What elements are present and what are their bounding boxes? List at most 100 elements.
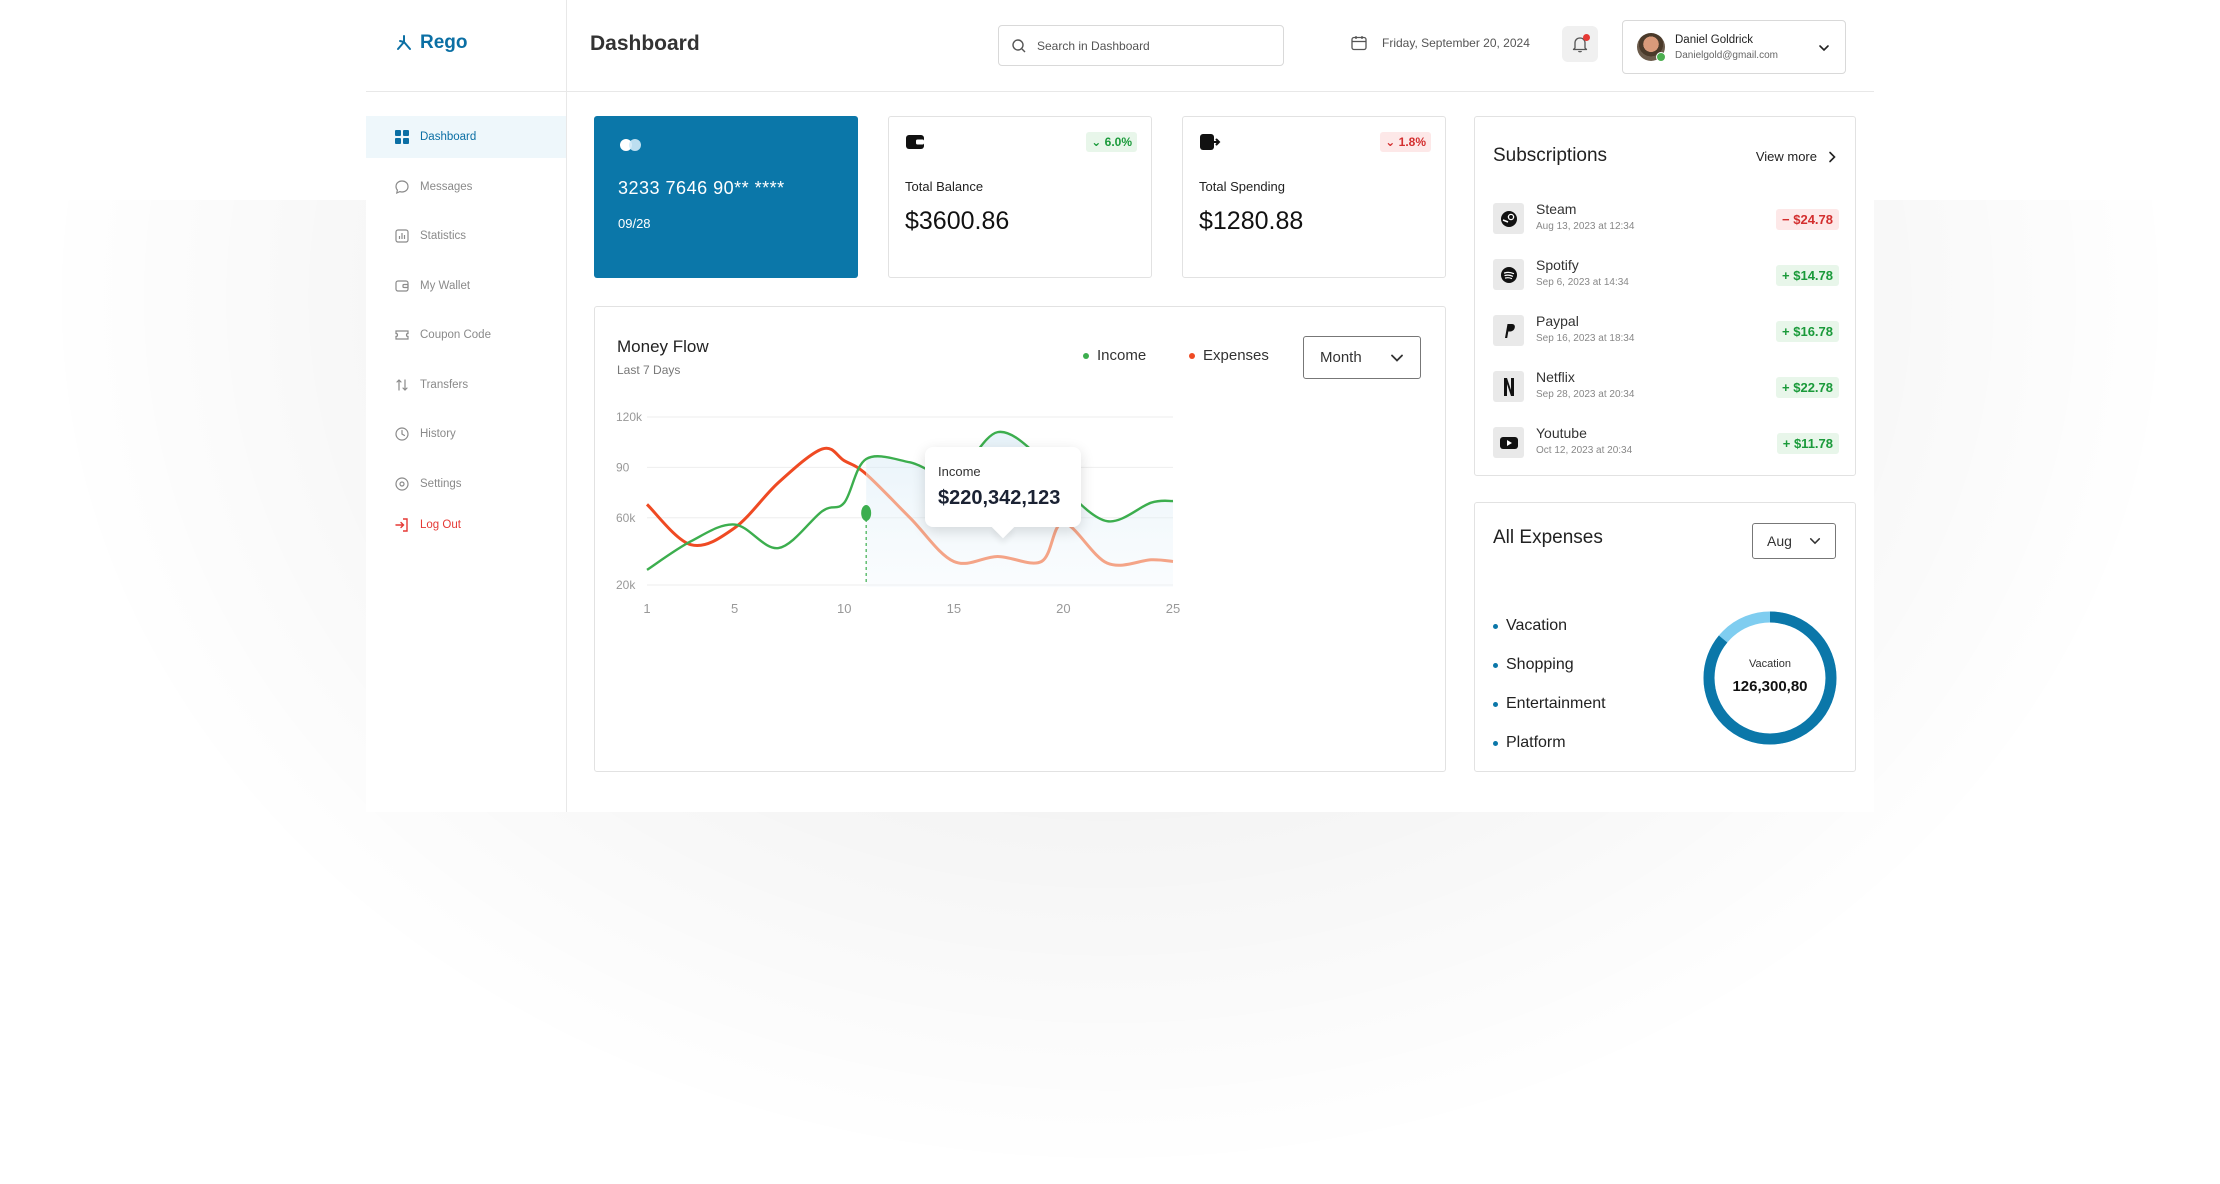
spotify-icon: [1493, 259, 1524, 290]
view-more-label: View more: [1755, 149, 1817, 164]
subscription-row-spotify[interactable]: Spotify Sep 6, 2023 at 14:34 + $14.78: [1493, 255, 1839, 295]
subscription-amount: − $24.78: [1776, 209, 1839, 230]
total-spending-card: ⌄ 1.8% Total Spending $1280.88: [1182, 116, 1446, 278]
money-flow-card: Money Flow Last 7 Days Income Expenses M…: [594, 306, 1446, 772]
expenses-point: [1105, 561, 1109, 565]
all-expenses-title: All Expenses: [1493, 527, 1603, 548]
donut-center-label: Vacation 126,300,80: [1710, 658, 1830, 695]
user-info: Daniel Goldrick Danielgold@gmail.com: [1675, 34, 1778, 61]
income-area-fill: [866, 432, 1173, 587]
donut-label: Vacation: [1749, 658, 1791, 670]
coupon-icon: [395, 330, 409, 340]
sidebar-item-label: Settings: [420, 477, 462, 490]
x-tick-label: 10: [837, 601, 851, 616]
search-box[interactable]: [998, 25, 1284, 66]
arrow-up-icon: ⌄: [1091, 135, 1105, 149]
expenses-point: [777, 481, 781, 485]
x-tick-label: 20: [1056, 601, 1070, 616]
card-number: 3233 7646 90** ****: [618, 178, 785, 198]
date-display: Friday, September 20, 2024: [1350, 34, 1530, 52]
sidebar-item-messages[interactable]: Messages: [366, 166, 566, 208]
sidebar-item-history[interactable]: History: [366, 413, 566, 455]
income-point: [820, 509, 824, 513]
current-date: Friday, September 20, 2024: [1382, 36, 1530, 50]
wallet-icon: [906, 135, 924, 149]
expenses-period-select[interactable]: Aug: [1752, 523, 1836, 559]
paypal-icon: [1493, 315, 1524, 346]
notification-button[interactable]: [1562, 26, 1598, 62]
subscription-amount: + $22.78: [1776, 377, 1839, 398]
sidebar-item-transfers[interactable]: Transfers: [366, 364, 566, 406]
x-tick-label: 15: [947, 601, 961, 616]
income-point: [1149, 501, 1153, 505]
subscriptions-card: Subscriptions View more Steam Aug 13, 20…: [1474, 116, 1856, 476]
sidebar: Dashboard Messages Statistics My Wallet …: [366, 116, 566, 554]
sidebar-item-label: Statistics: [420, 230, 467, 242]
expenses-point: [1171, 559, 1175, 563]
clock-icon: [395, 427, 409, 441]
expenses-point: [1040, 559, 1044, 563]
page-title: Dashboard: [590, 32, 700, 55]
y-tick-label: 60k: [616, 511, 636, 525]
donut-value: 126,300,80: [1732, 678, 1808, 695]
tooltip-value: $220,342,123: [938, 487, 1061, 509]
subscription-name: Steam: [1536, 201, 1577, 217]
view-more-link[interactable]: View more: [1756, 149, 1837, 164]
y-tick-label: 20k: [616, 578, 636, 592]
expense-category-entertainment[interactable]: Entertainment: [1493, 695, 1606, 713]
bullet-icon: [1493, 740, 1498, 746]
expenses-point: [908, 516, 912, 520]
all-expenses-card: All Expenses Aug Vacation Shopping Enter…: [1474, 502, 1856, 772]
app-logo[interactable]: Rego: [394, 32, 468, 54]
income-point: [1171, 499, 1175, 503]
sidebar-item-log-out[interactable]: Log Out: [366, 504, 566, 546]
arrow-down-icon: ⌄: [1385, 135, 1399, 149]
subscription-amount: + $16.78: [1776, 321, 1839, 342]
expense-category-shopping[interactable]: Shopping: [1493, 656, 1574, 674]
expenses-point: [996, 554, 1000, 558]
y-tick-label: 90: [616, 460, 630, 474]
chevron-right-icon: [1829, 151, 1836, 162]
calendar-icon: [1351, 36, 1367, 51]
subscription-row-paypal[interactable]: Paypal Sep 16, 2023 at 18:34 + $16.78: [1493, 311, 1839, 351]
logo-icon: [397, 35, 411, 50]
income-highlight-point: [861, 505, 872, 521]
subscription-date: Sep 28, 2023 at 20:34: [1536, 389, 1635, 400]
total-balance-card: ⌄ 6.0% Total Balance $3600.86: [888, 116, 1152, 278]
sidebar-item-label: Transfers: [420, 378, 469, 391]
sidebar-item-dashboard[interactable]: Dashboard: [366, 116, 566, 158]
x-tick-label: 25: [1166, 601, 1180, 616]
sidebar-item-statistics[interactable]: Statistics: [366, 215, 566, 257]
bank-card[interactable]: 3233 7646 90** **** 09/28: [594, 116, 858, 278]
subscriptions-title: Subscriptions: [1493, 145, 1608, 166]
subscription-row-youtube[interactable]: Youtube Oct 12, 2023 at 20:34 + $11.78: [1493, 423, 1839, 463]
expense-category-vacation[interactable]: Vacation: [1493, 617, 1567, 635]
card-expiry: 09/28: [618, 216, 651, 231]
balance-label: Total Balance: [905, 179, 984, 194]
user-menu[interactable]: Daniel Goldrick Danielgold@gmail.com: [1622, 20, 1846, 74]
expenses-point: [733, 526, 737, 530]
income-point: [996, 430, 1000, 434]
subscription-name: Paypal: [1536, 313, 1579, 329]
expenses-point: [1149, 558, 1153, 562]
grid-icon: [395, 130, 409, 144]
spending-label: Total Spending: [1199, 179, 1286, 194]
search-icon: [1012, 38, 1026, 52]
sidebar-item-coupon-code[interactable]: Coupon Code: [366, 314, 566, 356]
transfer-icon: [396, 378, 408, 391]
youtube-icon: [1493, 427, 1524, 458]
money-flow-chart[interactable]: 120k9060k20k1 5 10 15 20 25: [595, 307, 1445, 771]
bullet-icon: [1493, 623, 1498, 629]
user-email: Danielgold@gmail.com: [1675, 49, 1778, 61]
balance-value: $3600.86: [905, 207, 1010, 235]
sidebar-item-label: Dashboard: [420, 131, 477, 143]
expense-category-platform[interactable]: Platform: [1493, 734, 1566, 752]
income-point: [864, 457, 868, 461]
sidebar-item-settings[interactable]: Settings: [366, 463, 566, 505]
steam-icon: [1493, 203, 1524, 234]
search-input[interactable]: [1037, 38, 1267, 53]
subscription-row-steam[interactable]: Steam Aug 13, 2023 at 12:34 − $24.78: [1493, 199, 1839, 239]
sidebar-item-my-wallet[interactable]: My Wallet: [366, 265, 566, 307]
subscription-row-netflix[interactable]: Netflix Sep 28, 2023 at 20:34 + $22.78: [1493, 367, 1839, 407]
wallet-icon: [395, 279, 409, 292]
